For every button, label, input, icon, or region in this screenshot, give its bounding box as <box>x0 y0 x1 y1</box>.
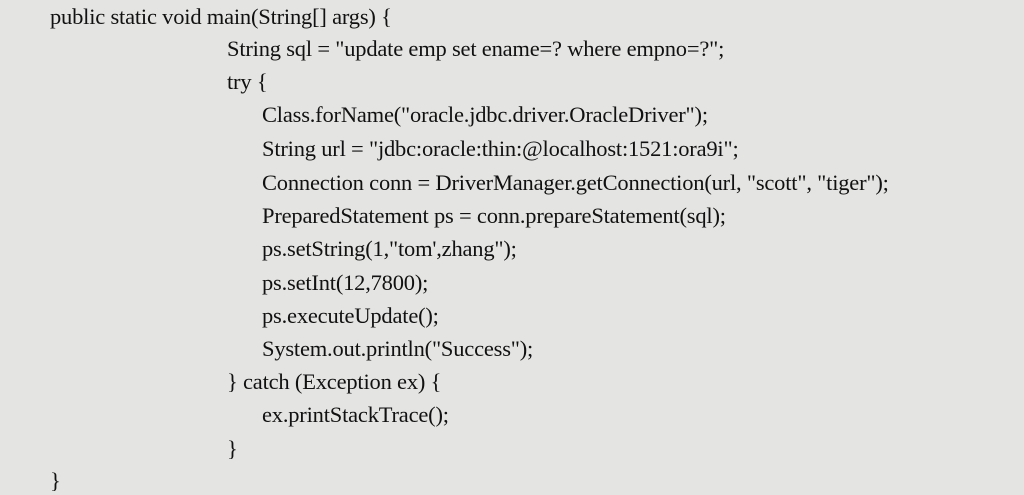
code-line: ps.setString(1,"tom',zhang"); <box>262 236 517 261</box>
code-line: PreparedStatement ps = conn.prepareState… <box>262 203 726 228</box>
code-line: } <box>50 468 61 493</box>
code-line: try { <box>227 69 268 94</box>
code-line: String sql = "update emp set ename=? whe… <box>227 36 725 61</box>
code-line: ex.printStackTrace(); <box>262 402 449 427</box>
code-line: public static void main(String[] args) { <box>50 4 392 29</box>
code-line: System.out.println("Success"); <box>262 336 534 361</box>
code-line: ps.setInt(12,7800); <box>262 270 429 295</box>
code-line: Class.forName("oracle.jdbc.driver.Oracle… <box>262 102 708 127</box>
code-line: } catch (Exception ex) { <box>227 369 442 394</box>
code-line: ps.executeUpdate(); <box>262 303 439 328</box>
code-line: String url = "jdbc:oracle:thin:@localhos… <box>262 136 739 161</box>
code-line: Connection conn = DriverManager.getConne… <box>262 170 889 195</box>
code-line: } <box>227 436 238 461</box>
